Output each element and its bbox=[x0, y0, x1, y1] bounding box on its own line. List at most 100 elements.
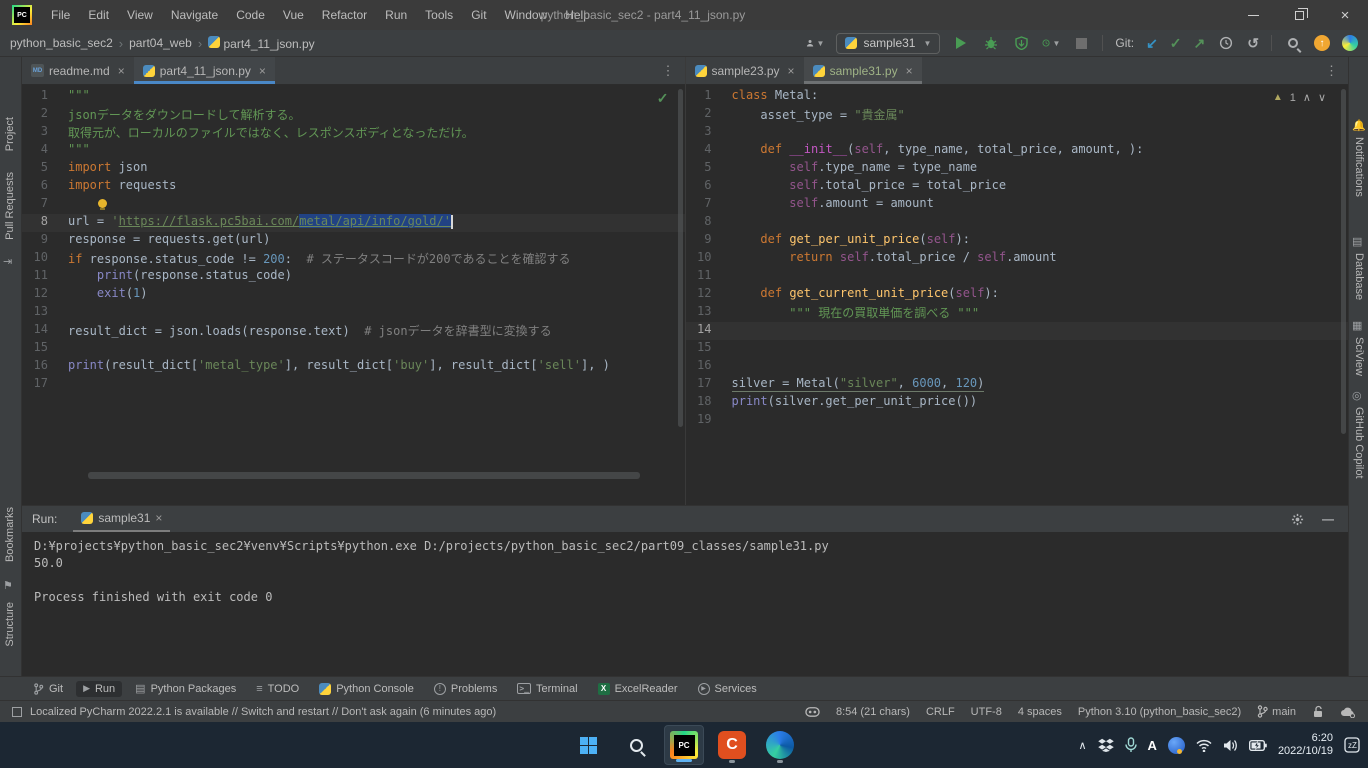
tool-window-button-excelreader[interactable]: XExcelReader bbox=[591, 681, 685, 697]
wifi-icon[interactable] bbox=[1196, 739, 1212, 752]
taskbar-search-button[interactable] bbox=[616, 725, 656, 765]
menu-file[interactable]: File bbox=[42, 0, 79, 30]
code-line[interactable]: 7 bbox=[22, 196, 685, 214]
start-button[interactable] bbox=[568, 725, 608, 765]
code-line[interactable]: 3 bbox=[686, 124, 1349, 142]
database-icon[interactable]: ▤ bbox=[1352, 235, 1362, 248]
profile-button[interactable]: ▼ bbox=[806, 34, 824, 52]
code-line[interactable]: 6 self.total_price = total_price bbox=[686, 178, 1349, 196]
sidebar-item-database[interactable]: Database bbox=[1353, 253, 1365, 300]
code-line[interactable]: 1class Metal: bbox=[686, 88, 1349, 106]
vertical-scrollbar[interactable] bbox=[1341, 89, 1346, 434]
code-line[interactable]: 9response = requests.get(url) bbox=[22, 232, 685, 250]
notification-center-icon[interactable]: zZ bbox=[1344, 737, 1360, 753]
close-icon[interactable]: × bbox=[155, 511, 162, 525]
update-available-button[interactable]: ↑ bbox=[1314, 35, 1330, 51]
menu-run[interactable]: Run bbox=[376, 0, 416, 30]
menu-git[interactable]: Git bbox=[462, 0, 495, 30]
debug-button[interactable] bbox=[982, 34, 1000, 52]
intention-bulb-icon[interactable] bbox=[98, 199, 107, 208]
code-line[interactable]: 2 asset_type = "貴金属" bbox=[686, 106, 1349, 124]
code-line[interactable]: 13 bbox=[22, 304, 685, 322]
code-line[interactable]: 4 def __init__(self, type_name, total_pr… bbox=[686, 142, 1349, 160]
breadcrumb-part4-11-json-py[interactable]: part4_11_json.py bbox=[208, 36, 315, 51]
sidebar-item-github-copilot[interactable]: GitHub Copilot bbox=[1353, 407, 1365, 479]
tool-window-button-git[interactable]: Git bbox=[26, 681, 70, 697]
sciview-icon[interactable]: ▦ bbox=[1352, 319, 1362, 332]
history-button[interactable] bbox=[1217, 34, 1235, 52]
sidebar-item-project[interactable]: Project bbox=[4, 117, 16, 151]
git-update-button[interactable]: ↙ bbox=[1146, 35, 1158, 52]
dropbox-icon[interactable] bbox=[1098, 738, 1114, 752]
profiler-button[interactable]: ▼ bbox=[1042, 34, 1060, 52]
close-icon[interactable]: × bbox=[788, 64, 795, 78]
sidebar-item-bookmarks[interactable]: Bookmarks bbox=[4, 507, 16, 562]
menu-code[interactable]: Code bbox=[227, 0, 274, 30]
menu-view[interactable]: View bbox=[118, 0, 162, 30]
indent-widget[interactable]: 4 spaces bbox=[1018, 706, 1062, 718]
run-button[interactable] bbox=[952, 34, 970, 52]
run-tab-sample31[interactable]: sample31 × bbox=[73, 506, 170, 532]
tab-sample31-py[interactable]: sample31.py× bbox=[804, 57, 922, 84]
inspection-ok-icon[interactable]: ✓ bbox=[657, 90, 669, 107]
tray-overflow-chevron-icon[interactable]: ∧ bbox=[1078, 739, 1086, 752]
menu-vue[interactable]: Vue bbox=[274, 0, 313, 30]
taskbar-clock[interactable]: 6:20 2022/10/19 bbox=[1278, 732, 1333, 758]
tab-options-icon[interactable]: ⋮ bbox=[1316, 63, 1348, 79]
notifications-bell-icon[interactable]: 🔔 bbox=[1352, 119, 1366, 132]
sidebar-item-notifications[interactable]: Notifications bbox=[1353, 137, 1365, 197]
code-line[interactable]: 4""" bbox=[22, 142, 685, 160]
bookmark-icon[interactable]: ⚑ bbox=[3, 579, 13, 592]
breadcrumb-python-basic-sec2[interactable]: python_basic_sec2 bbox=[10, 36, 113, 50]
rollback-button[interactable]: ↺ bbox=[1247, 35, 1259, 52]
status-message-area[interactable]: Localized PyCharm 2022.2.1 is available … bbox=[12, 706, 496, 718]
code-line[interactable]: 17silver = Metal("silver", 6000, 120) bbox=[686, 376, 1349, 394]
code-line[interactable]: 12 def get_current_unit_price(self): bbox=[686, 286, 1349, 304]
code-line[interactable]: 12 exit(1) bbox=[22, 286, 685, 304]
horizontal-scrollbar[interactable] bbox=[88, 472, 640, 479]
line-separator-widget[interactable]: CRLF bbox=[926, 706, 955, 718]
sidebar-item-sciview[interactable]: SciView bbox=[1353, 337, 1365, 376]
restore-button[interactable] bbox=[1276, 0, 1322, 30]
tool-window-button-python-packages[interactable]: ▤Python Packages bbox=[128, 680, 243, 697]
interpreter-widget[interactable]: Python 3.10 (python_basic_sec2) bbox=[1078, 706, 1241, 718]
run-with-coverage-button[interactable] bbox=[1012, 34, 1030, 52]
git-push-button[interactable]: ↗ bbox=[1194, 35, 1206, 52]
close-icon[interactable]: × bbox=[906, 64, 913, 78]
code-line[interactable]: 3取得元が、ローカルのファイルではなく、レスポンスボディとなっただけ。 bbox=[22, 124, 685, 142]
caret-position-widget[interactable]: 8:54 (21 chars) bbox=[836, 706, 910, 718]
code-line[interactable]: 11 print(response.status_code) bbox=[22, 268, 685, 286]
tool-window-button-problems[interactable]: !Problems bbox=[427, 681, 504, 697]
tool-window-button-run[interactable]: ▶Run bbox=[76, 681, 122, 697]
code-line[interactable]: 8 bbox=[686, 214, 1349, 232]
taskbar-edge-button[interactable] bbox=[760, 725, 800, 765]
code-with-me-icon[interactable] bbox=[1342, 35, 1358, 51]
code-line[interactable]: 11 bbox=[686, 268, 1349, 286]
tray-app-icon[interactable] bbox=[1168, 737, 1185, 754]
unlock-icon[interactable] bbox=[1312, 705, 1324, 718]
menu-navigate[interactable]: Navigate bbox=[162, 0, 227, 30]
code-line[interactable]: 18print(silver.get_per_unit_price()) bbox=[686, 394, 1349, 412]
run-configuration-select[interactable]: sample31 ▼ bbox=[836, 33, 940, 54]
close-icon[interactable]: × bbox=[259, 64, 266, 78]
github-copilot-icon[interactable]: ◎ bbox=[1352, 389, 1362, 402]
code-line[interactable]: 16print(result_dict['metal_type'], resul… bbox=[22, 358, 685, 376]
run-console-output[interactable]: D:¥projects¥python_basic_sec2¥venv¥Scrip… bbox=[22, 532, 1348, 676]
inspection-widget[interactable]: ▲ 1 ∧ ∨ bbox=[1273, 91, 1326, 104]
code-line[interactable]: 17 bbox=[22, 376, 685, 394]
microphone-icon[interactable] bbox=[1125, 737, 1137, 753]
sidebar-item-structure[interactable]: Structure bbox=[4, 602, 16, 647]
code-line[interactable]: 2jsonデータをダウンロードして解析する。 bbox=[22, 106, 685, 124]
code-line[interactable]: 10if response.status_code != 200: # ステータ… bbox=[22, 250, 685, 268]
code-line[interactable]: 1""" bbox=[22, 88, 685, 106]
tab-options-icon[interactable]: ⋮ bbox=[653, 63, 685, 79]
code-line[interactable]: 15 bbox=[22, 340, 685, 358]
editor-right-code[interactable]: ▲ 1 ∧ ∨ 1class Metal:2 asset_type = "貴金属… bbox=[686, 85, 1349, 505]
git-commit-button[interactable]: ✓ bbox=[1170, 35, 1182, 52]
menu-edit[interactable]: Edit bbox=[79, 0, 118, 30]
code-line[interactable]: 5import json bbox=[22, 160, 685, 178]
breadcrumb-part04-web[interactable]: part04_web bbox=[129, 36, 192, 50]
code-line[interactable]: 14 bbox=[686, 322, 1349, 340]
code-line[interactable]: 13 """ 現在の買取単価を調べる """ bbox=[686, 304, 1349, 322]
code-line[interactable]: 6import requests bbox=[22, 178, 685, 196]
